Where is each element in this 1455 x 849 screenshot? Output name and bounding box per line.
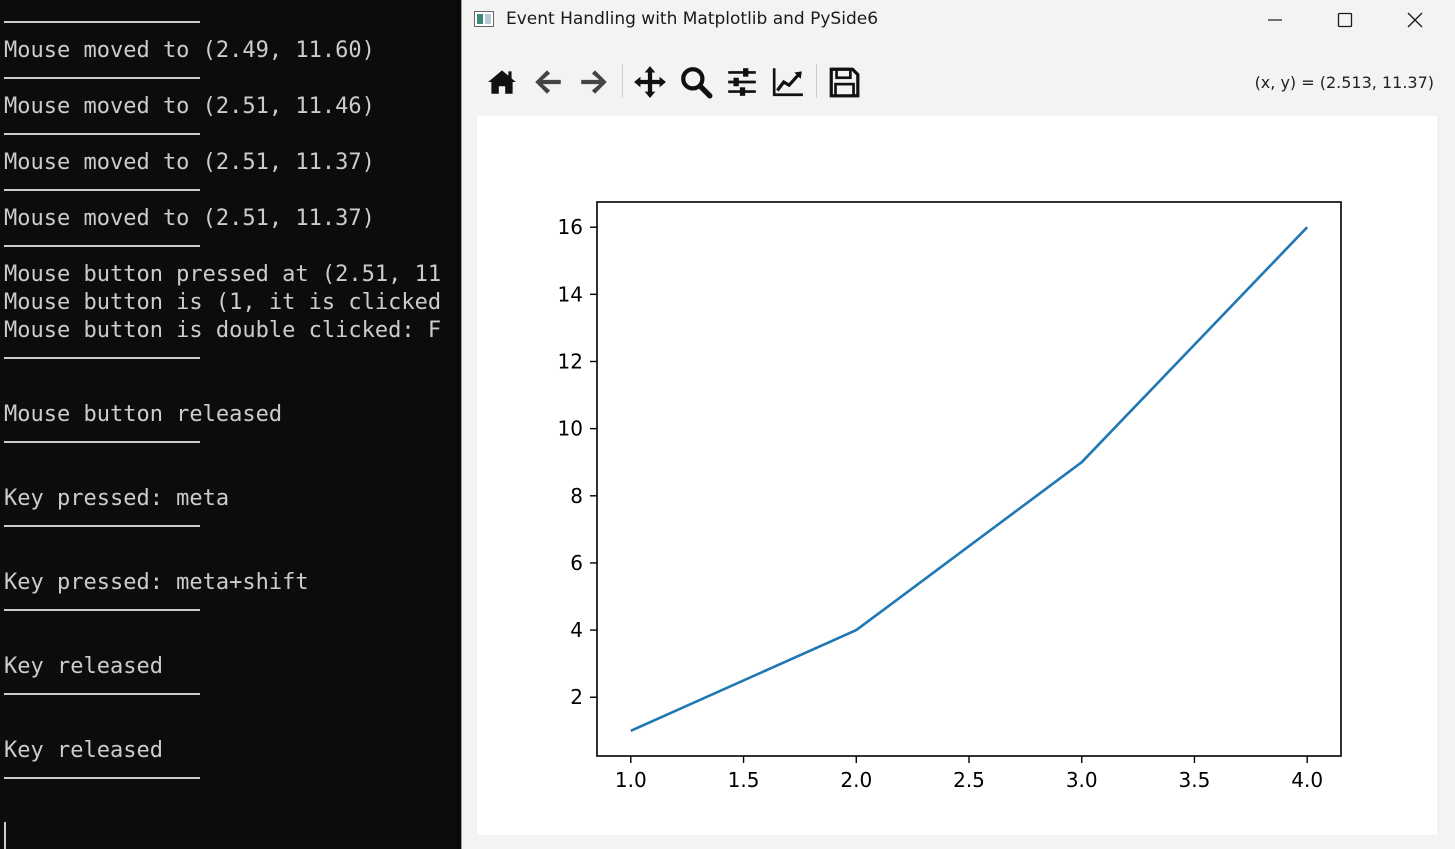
customize-button[interactable] [768,62,808,102]
back-arrow-icon [535,70,561,94]
forward-arrow-icon [581,70,607,94]
x-tick-label: 3.0 [1066,768,1098,792]
minimize-button[interactable] [1240,0,1310,40]
home-icon [488,70,516,94]
y-tick-label: 4 [570,618,583,642]
close-button[interactable] [1380,0,1450,40]
toolbar-separator [816,64,817,98]
x-tick-label: 1.0 [615,768,647,792]
terminal-line: Mouse button pressed at (2.51, 11 [4,262,442,287]
y-tick-label: 12 [558,349,583,373]
y-tick-label: 8 [570,484,583,508]
minimize-icon [1268,19,1282,21]
customize-icon [772,68,803,97]
separator [4,77,200,79]
y-tick-label: 10 [558,417,583,441]
x-tick-label: 2.0 [840,768,872,792]
cursor-coordinates: (x, y) = (2.513, 11.37) [1254,73,1434,92]
terminal-line: Key released [4,738,163,763]
series-line [630,226,1309,733]
y-tick-label: 16 [558,215,583,239]
zoom-icon [681,67,713,99]
forward-button[interactable] [574,62,614,102]
navigation-toolbar: (x, y) = (2.513, 11.37) [462,58,1455,106]
separator [4,441,200,443]
separator [4,693,200,695]
x-tick-label: 4.0 [1291,768,1323,792]
terminal-panel[interactable]: Mouse moved to (2.49, 11.60) Mouse moved… [0,0,470,849]
terminal-line: Mouse button released [4,402,283,427]
terminal-line: Mouse button is double clicked: F [4,318,442,343]
terminal-line: Mouse moved to (2.51, 11.37) [4,206,375,231]
maximize-icon [1337,12,1353,28]
toolbar-separator [622,64,623,98]
app-icon [474,11,494,27]
axes-frame [596,201,1342,757]
x-tick-label: 1.5 [728,768,760,792]
y-tick-label: 6 [570,551,583,575]
separator [4,133,200,135]
separator [4,21,200,23]
home-button[interactable] [482,62,522,102]
y-tick-label: 14 [558,282,583,306]
title-bar[interactable]: Event Handling with Matplotlib and PySid… [462,0,1455,40]
figure-canvas[interactable]: 1.0 1.5 2.0 2.5 3.0 3.5 4.0 2 4 6 8 10 12 14 16 [477,116,1437,835]
app-window: Event Handling with Matplotlib and PySid… [461,0,1455,849]
separator [4,525,200,527]
y-tick-label: 2 [570,685,583,709]
terminal-line: Mouse moved to (2.51, 11.46) [4,94,375,119]
window-title: Event Handling with Matplotlib and PySid… [506,9,879,29]
terminal-line: Key released [4,654,163,679]
terminal-line: Mouse button is (1, it is clicked [4,290,442,315]
x-tick-label: 2.5 [953,768,985,792]
separator [4,189,200,191]
pan-icon [634,66,666,98]
close-icon [1407,12,1423,28]
text-cursor [4,822,6,849]
separator [4,777,200,779]
terminal-line: Mouse moved to (2.49, 11.60) [4,38,375,63]
maximize-button[interactable] [1310,0,1380,40]
terminal-line: Key pressed: meta+shift [4,570,309,595]
separator [4,609,200,611]
x-tick-label: 3.5 [1179,768,1211,792]
subplots-button[interactable] [722,62,762,102]
subplots-icon [728,68,756,96]
save-icon [829,67,860,98]
terminal-line: Key pressed: meta [4,486,230,511]
zoom-button[interactable] [676,62,716,102]
separator [4,245,200,247]
pan-button[interactable] [630,62,670,102]
save-button[interactable] [824,62,864,102]
line-chart[interactable]: 1.0 1.5 2.0 2.5 3.0 3.5 4.0 2 4 6 8 10 12 14 16 [477,116,1437,835]
terminal-line: Mouse moved to (2.51, 11.37) [4,150,375,175]
separator [4,357,200,359]
back-button[interactable] [528,62,568,102]
